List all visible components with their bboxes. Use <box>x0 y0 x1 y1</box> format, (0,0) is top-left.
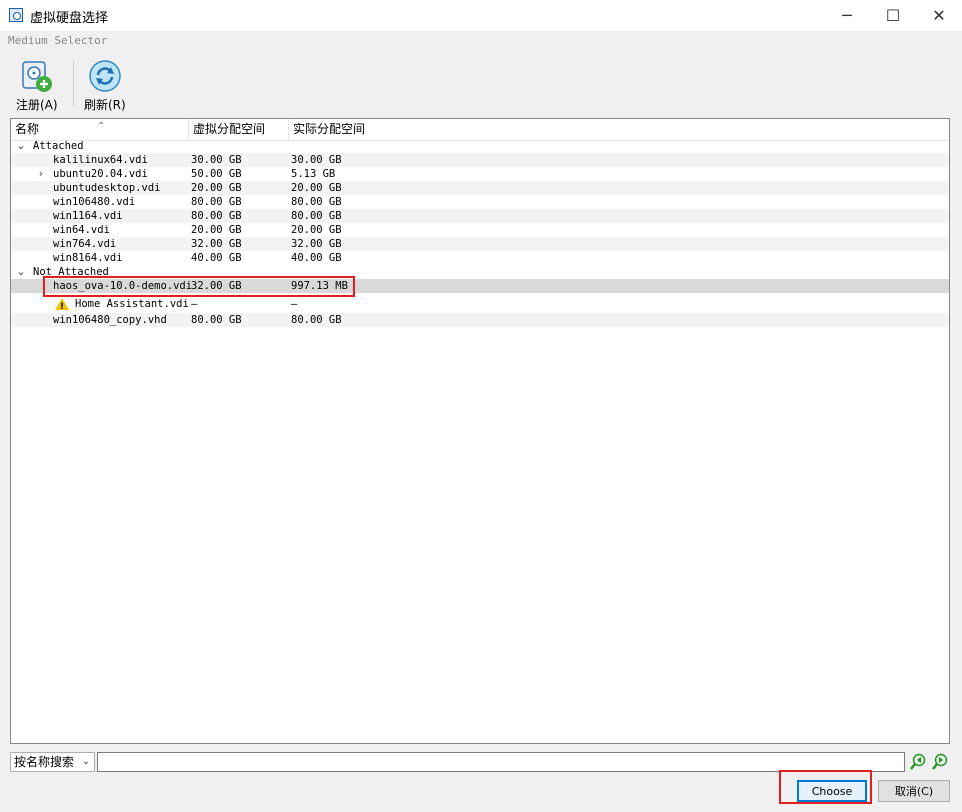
row-name: ubuntu20.04.vdi <box>53 168 148 180</box>
row-actual-size: 30.00 GB <box>291 154 342 166</box>
refresh-icon <box>87 58 123 94</box>
toolbar: 注册(A) 刷新(R) <box>10 52 950 114</box>
row-virtual-size: — <box>191 298 198 310</box>
register-button[interactable]: 注册(A) <box>16 58 58 113</box>
row-actual-size: — <box>291 298 298 310</box>
chevron-down-icon[interactable]: ⌄ <box>15 265 27 279</box>
row-virtual-size: 32.00 GB <box>191 238 242 250</box>
row-name: kalilinux64.vdi <box>53 154 148 166</box>
search-mode-label: 按名称搜索 <box>14 755 75 769</box>
add-disk-icon <box>19 58 55 94</box>
search-next-button[interactable] <box>930 752 950 772</box>
cancel-button[interactable]: 取消(C) <box>878 780 950 802</box>
dialog-subtitle: Medium Selector <box>8 34 108 47</box>
column-header-name[interactable]: 名称 ⌃ <box>11 119 189 140</box>
row-name: win106480.vdi <box>53 196 136 208</box>
row-virtual-size: 32.00 GB <box>191 280 242 292</box>
search-mode-select[interactable]: 按名称搜索 ⌄ <box>10 752 95 772</box>
column-header-virtual-size[interactable]: 虚拟分配空间 <box>189 119 289 140</box>
row-actual-size: 80.00 GB <box>291 210 342 222</box>
row-actual-size: 20.00 GB <box>291 224 342 236</box>
refresh-button[interactable]: 刷新(R) <box>84 58 126 113</box>
row-virtual-size: 40.00 GB <box>191 252 242 264</box>
choose-button[interactable]: Choose <box>797 780 867 802</box>
table-row[interactable]: win106480.vdi 80.00 GB 80.00 GB <box>11 195 949 209</box>
minimize-button[interactable]: ─ <box>824 0 870 31</box>
chevron-right-icon[interactable]: › <box>35 167 47 181</box>
group-label: Not Attached <box>33 266 109 278</box>
chevron-down-icon[interactable]: ⌄ <box>15 139 27 153</box>
row-virtual-size: 30.00 GB <box>191 154 242 166</box>
row-name: ubuntudesktop.vdi <box>53 182 161 194</box>
group-label: Attached <box>33 140 84 152</box>
virtualbox-disk-icon <box>9 8 23 22</box>
table-row[interactable]: › ubuntu20.04.vdi 50.00 GB 5.13 GB <box>11 167 949 181</box>
chevron-down-icon: ⌄ <box>81 756 90 767</box>
toolbar-separator <box>73 60 74 106</box>
row-name: win8164.vdi <box>53 252 123 264</box>
column-header-name-label: 名称 <box>15 122 40 136</box>
row-virtual-size: 80.00 GB <box>191 314 242 326</box>
table-row[interactable]: win1164.vdi 80.00 GB 80.00 GB <box>11 209 949 223</box>
row-name: win1164.vdi <box>53 210 123 222</box>
tree-header: 名称 ⌃ 虚拟分配空间 实际分配空间 <box>11 119 949 141</box>
table-row[interactable]: ubuntudesktop.vdi 20.00 GB 20.00 GB <box>11 181 949 195</box>
column-header-actual-size[interactable]: 实际分配空间 <box>289 119 389 140</box>
row-virtual-size: 20.00 GB <box>191 224 242 236</box>
row-name: Home Assistant.vdi <box>75 298 189 310</box>
row-actual-size: 80.00 GB <box>291 314 342 326</box>
search-previous-icon <box>910 753 926 770</box>
table-row[interactable]: win106480_copy.vhd 80.00 GB 80.00 GB <box>11 313 949 327</box>
refresh-label: 刷新(R) <box>84 98 126 112</box>
row-name: win764.vdi <box>53 238 117 250</box>
table-row[interactable]: win64.vdi 20.00 GB 20.00 GB <box>11 223 949 237</box>
row-name: win64.vdi <box>53 224 110 236</box>
close-button[interactable]: ✕ <box>916 0 962 31</box>
warning-icon: ! <box>55 298 69 312</box>
search-previous-button[interactable] <box>908 752 928 772</box>
table-row[interactable]: win8164.vdi 40.00 GB 40.00 GB <box>11 251 949 265</box>
table-row[interactable]: win764.vdi 32.00 GB 32.00 GB <box>11 237 949 251</box>
search-input[interactable] <box>97 752 905 772</box>
group-attached[interactable]: ⌄ Attached <box>11 139 949 153</box>
row-name: haos_ova-10.0-demo.vdi <box>53 280 193 292</box>
row-actual-size: 40.00 GB <box>291 252 342 264</box>
search-next-icon <box>932 753 948 770</box>
table-row[interactable]: ! Home Assistant.vdi — — <box>11 296 949 313</box>
table-row[interactable]: kalilinux64.vdi 30.00 GB 30.00 GB <box>11 153 949 167</box>
row-actual-size: 5.13 GB <box>291 168 336 180</box>
group-not-attached[interactable]: ⌄ Not Attached <box>11 265 949 279</box>
window-title: 虚拟硬盘选择 <box>30 11 109 26</box>
row-virtual-size: 20.00 GB <box>191 182 242 194</box>
row-actual-size: 20.00 GB <box>291 182 342 194</box>
title-bar: 虚拟硬盘选择 ─ ☐ ✕ <box>0 0 962 31</box>
register-label: 注册(A) <box>16 98 58 112</box>
row-virtual-size: 80.00 GB <box>191 210 242 222</box>
row-virtual-size: 80.00 GB <box>191 196 242 208</box>
table-row-selected[interactable]: haos_ova-10.0-demo.vdi 32.00 GB 997.13 M… <box>11 279 949 293</box>
row-actual-size: 997.13 MB <box>291 280 348 292</box>
row-actual-size: 32.00 GB <box>291 238 342 250</box>
sort-ascending-icon: ⌃ <box>97 121 106 132</box>
row-actual-size: 80.00 GB <box>291 196 342 208</box>
row-virtual-size: 50.00 GB <box>191 168 242 180</box>
row-name: win106480_copy.vhd <box>53 314 167 326</box>
medium-tree-view[interactable]: 名称 ⌃ 虚拟分配空间 实际分配空间 ⌄ Attached kalilinux6… <box>10 118 950 744</box>
maximize-button[interactable]: ☐ <box>870 0 916 31</box>
